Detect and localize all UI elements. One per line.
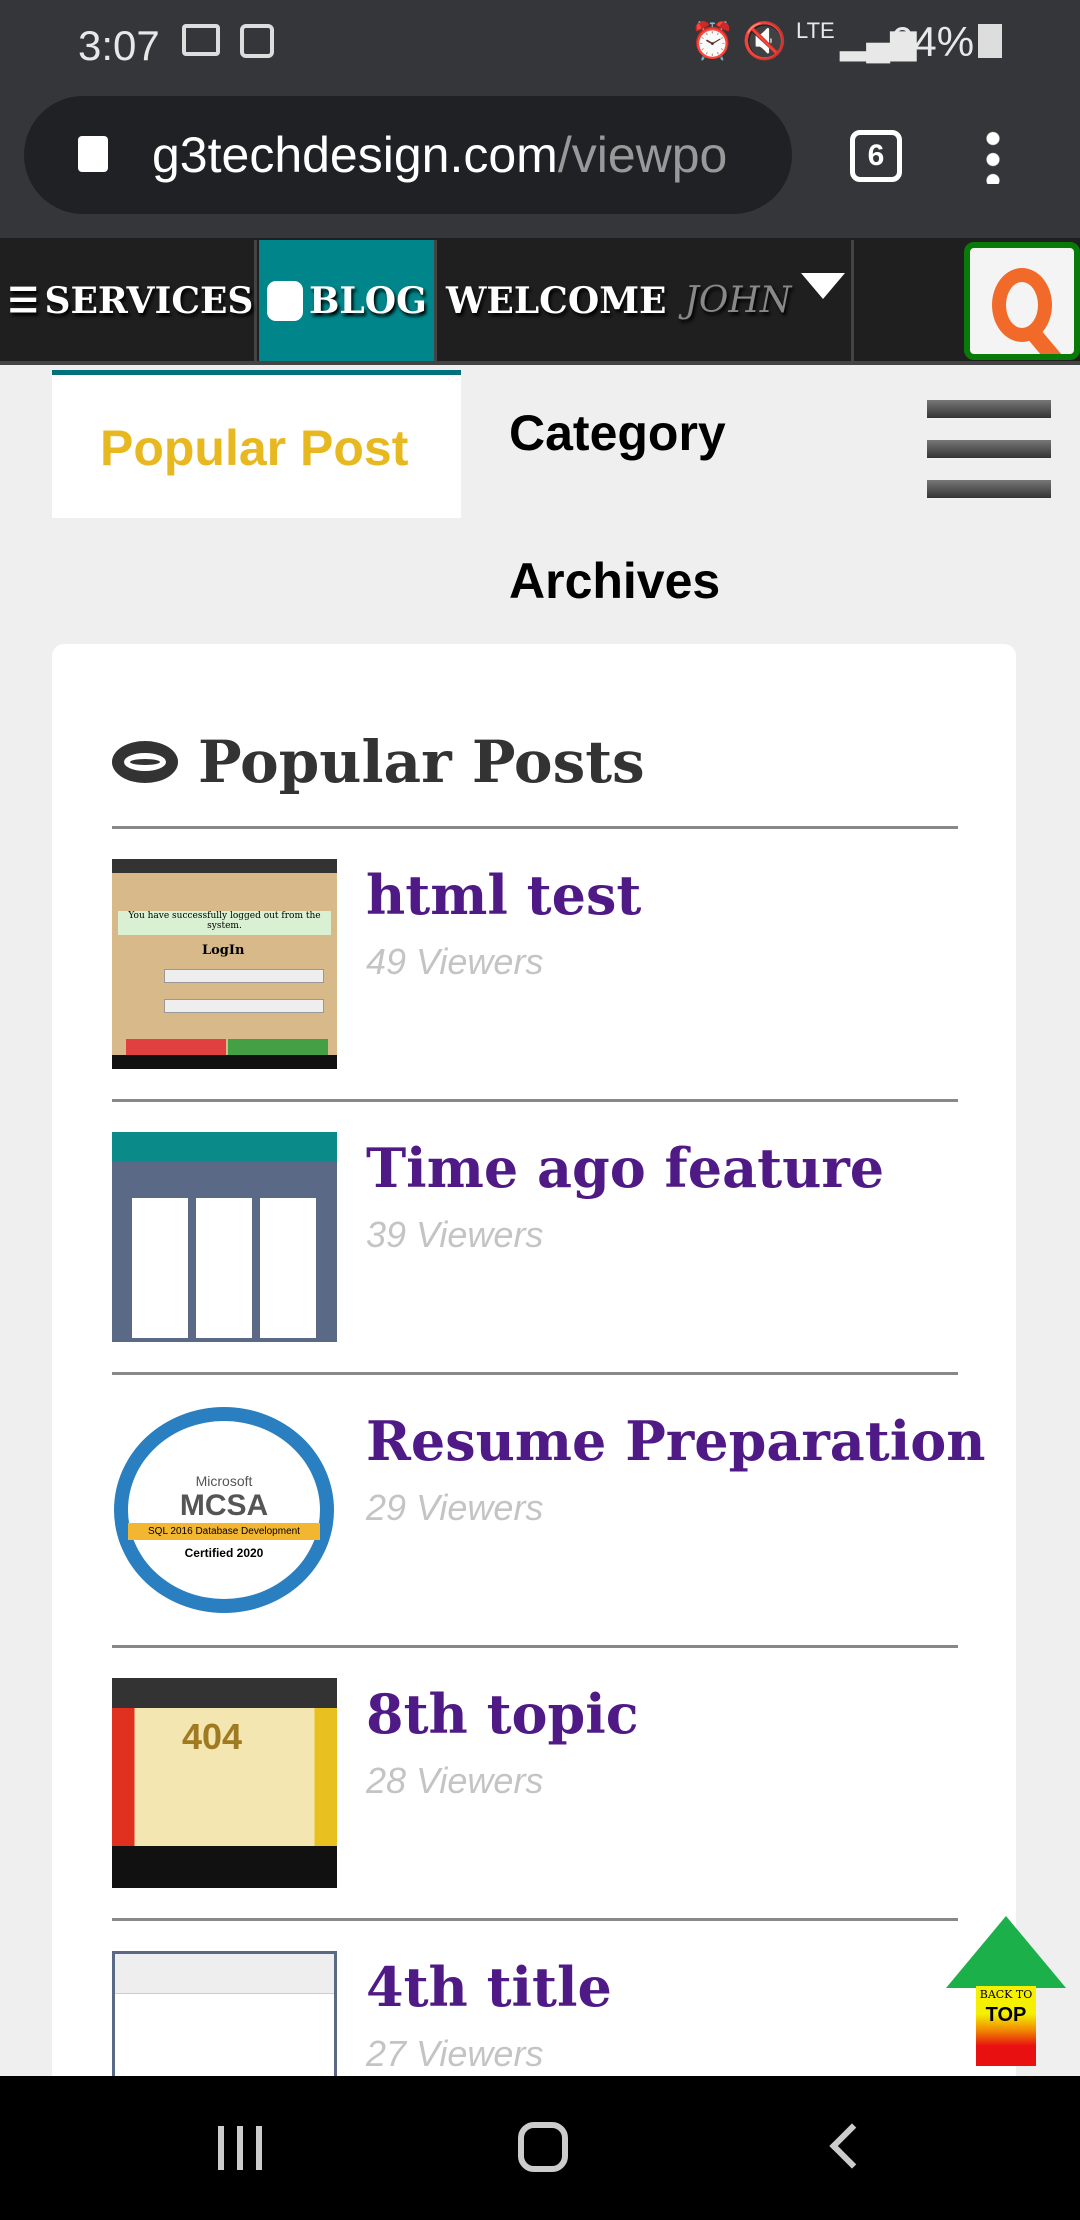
post-thumbnail[interactable]: You have successfully logged out from th… (112, 859, 337, 1069)
post-views: 29 Viewers (366, 1487, 544, 1528)
recent-apps-button[interactable] (218, 2126, 262, 2170)
post-title[interactable]: Resume Preparation (366, 1409, 986, 1473)
clock: 3:07 (78, 22, 160, 69)
post-thumbnail[interactable] (112, 1132, 337, 1342)
search-button[interactable] (964, 242, 1080, 360)
section-heading: Popular Posts (112, 728, 645, 796)
screenshot-icon (240, 24, 274, 58)
checklist-icon: ☰ (8, 280, 39, 321)
back-button[interactable] (829, 2123, 875, 2169)
more-menu-icon[interactable] (986, 128, 1000, 184)
post-item[interactable]: Microsoft MCSA SQL 2016 Database Develop… (112, 1372, 986, 1645)
back-to-top-button[interactable]: BACK TO TOP (946, 1916, 1066, 2066)
tab-archives[interactable]: Archives (509, 552, 720, 610)
nav-services[interactable]: ☰ SERVICES (0, 240, 257, 361)
post-title[interactable]: 8th topic (366, 1682, 639, 1746)
hamburger-menu-icon[interactable] (927, 400, 1051, 500)
url-domain: g3techdesign.com (152, 127, 558, 183)
alarm-icon: ⏰ (690, 20, 735, 61)
nav-blog[interactable]: BLOG (259, 240, 437, 361)
lock-icon (78, 136, 108, 172)
caret-down-icon (801, 272, 846, 299)
eye-icon (112, 741, 178, 783)
post-title[interactable]: html test (366, 863, 641, 927)
post-thumbnail[interactable]: 404 (112, 1678, 337, 1888)
post-views: 49 Viewers (366, 941, 544, 982)
network-type: LTE (796, 18, 835, 43)
tab-switcher-button[interactable]: 6 (850, 130, 902, 182)
mute-icon: 🔇 (742, 20, 787, 61)
mcsa-badge: Microsoft MCSA SQL 2016 Database Develop… (114, 1407, 334, 1613)
address-bar[interactable]: g3techdesign.com/viewpo (24, 96, 792, 214)
post-thumbnail[interactable]: Microsoft MCSA SQL 2016 Database Develop… (112, 1405, 337, 1615)
post-views: 28 Viewers (366, 1760, 544, 1801)
search-icon (992, 268, 1052, 342)
post-item[interactable]: Time ago feature 39 Viewers (112, 1099, 958, 1372)
post-views: 39 Viewers (366, 1214, 544, 1255)
post-item[interactable]: 404 8th topic 28 Viewers (112, 1645, 958, 1918)
url-path: /viewpo (557, 127, 728, 183)
post-views: 27 Viewers (366, 2033, 544, 2074)
battery-icon (978, 24, 1002, 58)
nav-user-menu[interactable]: WELCOME JOHN (440, 240, 854, 361)
tab-popular-post[interactable]: Popular Post (52, 370, 461, 518)
post-item[interactable]: You have successfully logged out from th… (112, 826, 958, 1099)
post-title[interactable]: 4th title (366, 1955, 612, 2019)
gallery-icon (182, 24, 220, 56)
site-nav: ☰ SERVICES BLOG WELCOME JOHN (0, 238, 1080, 365)
home-button[interactable] (518, 2122, 568, 2172)
status-bar: 3:07 ⏰ 🔇 LTE ▂▄▆ 64% (0, 0, 1080, 100)
post-title[interactable]: Time ago feature (366, 1136, 884, 1200)
blogger-icon (267, 280, 303, 321)
android-nav-bar (0, 2076, 1080, 2220)
battery-level: 64% (890, 18, 975, 65)
tab-category[interactable]: Category (509, 404, 726, 462)
